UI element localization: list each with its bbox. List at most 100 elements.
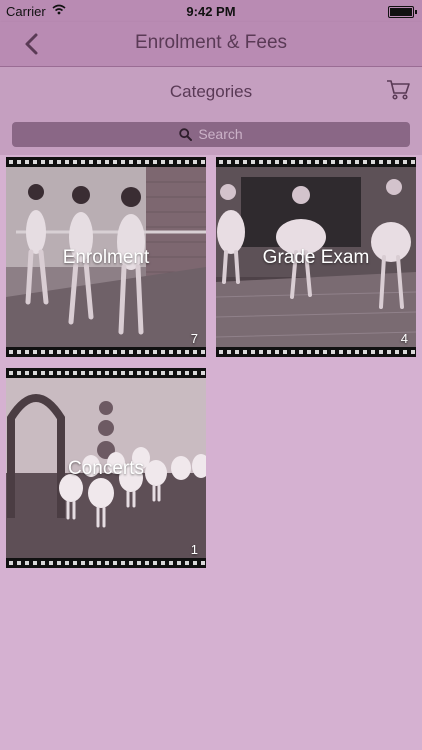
sprocket-hole xyxy=(395,350,399,354)
sprocket-hole xyxy=(177,350,181,354)
sprocket-hole xyxy=(299,350,303,354)
sprocket-hole xyxy=(129,371,133,375)
tile-count: 7 xyxy=(190,331,198,346)
sprocket-hole xyxy=(307,160,311,164)
sprocket-hole xyxy=(347,350,351,354)
sprocket-hole xyxy=(33,561,37,565)
sprocket-hole xyxy=(73,350,77,354)
sprocket-hole xyxy=(65,371,69,375)
category-tile-grade-exam[interactable]: Grade Exam 4 xyxy=(216,157,416,357)
film-perforation xyxy=(6,558,206,568)
tile-label: Grade Exam xyxy=(262,247,370,268)
sprocket-hole xyxy=(193,350,197,354)
sprocket-hole xyxy=(315,350,319,354)
sprocket-hole xyxy=(89,371,93,375)
sprocket-hole xyxy=(185,371,189,375)
film-perforation xyxy=(6,368,206,378)
sprocket-hole xyxy=(89,350,93,354)
sprocket-hole xyxy=(201,561,205,565)
sprocket-hole xyxy=(121,371,125,375)
status-bar: Carrier 9:42 PM xyxy=(0,0,422,22)
sprocket-hole xyxy=(145,350,149,354)
sprocket-hole xyxy=(105,561,109,565)
sprocket-hole xyxy=(113,561,117,565)
film-perforation xyxy=(6,347,206,357)
sprocket-hole xyxy=(25,371,29,375)
sprocket-hole xyxy=(323,350,327,354)
sprocket-hole xyxy=(97,350,101,354)
category-tile-concerts[interactable]: Concerts 1 xyxy=(6,368,206,568)
page-title: Enrolment & Fees xyxy=(134,32,288,53)
navigation-bar: Enrolment & Fees xyxy=(0,22,422,67)
sprocket-hole xyxy=(161,350,165,354)
sprocket-hole xyxy=(243,350,247,354)
sprocket-hole xyxy=(235,350,239,354)
cart-button[interactable] xyxy=(386,79,410,101)
sprocket-hole xyxy=(283,350,287,354)
sprocket-hole xyxy=(251,160,255,164)
sprocket-hole xyxy=(267,350,271,354)
sprocket-hole xyxy=(153,371,157,375)
sprocket-hole xyxy=(411,160,415,164)
sprocket-hole xyxy=(169,371,173,375)
sprocket-hole xyxy=(169,350,173,354)
sprocket-hole xyxy=(193,561,197,565)
sprocket-hole xyxy=(89,160,93,164)
sprocket-hole xyxy=(153,160,157,164)
sprocket-hole xyxy=(105,371,109,375)
film-perforation xyxy=(216,157,416,167)
cart-icon xyxy=(387,80,410,100)
sprocket-hole xyxy=(137,371,141,375)
sprocket-hole xyxy=(395,160,399,164)
sprocket-hole xyxy=(201,160,205,164)
sprocket-hole xyxy=(113,350,117,354)
sprocket-hole xyxy=(227,350,231,354)
sprocket-hole xyxy=(9,160,13,164)
categories-header: Categories Search xyxy=(0,67,422,155)
search-input[interactable]: Search xyxy=(12,122,410,147)
category-tile-enrolment[interactable]: Enrolment 7 xyxy=(6,157,206,357)
sprocket-hole xyxy=(17,160,21,164)
sprocket-hole xyxy=(161,561,165,565)
sprocket-hole xyxy=(387,160,391,164)
sprocket-hole xyxy=(49,160,53,164)
search-icon xyxy=(179,128,193,141)
sprocket-hole xyxy=(339,160,343,164)
sprocket-hole xyxy=(145,561,149,565)
sprocket-hole xyxy=(105,160,109,164)
sprocket-hole xyxy=(81,561,85,565)
sprocket-hole xyxy=(153,350,157,354)
sprocket-hole xyxy=(65,160,69,164)
sprocket-hole xyxy=(17,561,21,565)
sprocket-hole xyxy=(81,350,85,354)
sprocket-hole xyxy=(121,160,125,164)
sprocket-hole xyxy=(41,561,45,565)
sprocket-hole xyxy=(9,561,13,565)
sprocket-hole xyxy=(201,371,205,375)
sprocket-hole xyxy=(97,561,101,565)
sprocket-hole xyxy=(161,160,165,164)
sprocket-hole xyxy=(153,561,157,565)
sprocket-hole xyxy=(177,371,181,375)
sprocket-hole xyxy=(41,350,45,354)
sprocket-hole xyxy=(65,561,69,565)
sprocket-hole xyxy=(355,160,359,164)
tile-count: 1 xyxy=(190,542,198,557)
sprocket-hole xyxy=(113,160,117,164)
sprocket-hole xyxy=(307,350,311,354)
sprocket-hole xyxy=(379,160,383,164)
sprocket-hole xyxy=(185,350,189,354)
sprocket-hole xyxy=(347,160,351,164)
sprocket-hole xyxy=(169,561,173,565)
sprocket-hole xyxy=(33,160,37,164)
sprocket-hole xyxy=(9,371,13,375)
categories-title: Categories xyxy=(169,82,253,101)
sprocket-hole xyxy=(363,160,367,164)
sprocket-hole xyxy=(185,160,189,164)
sprocket-hole xyxy=(145,371,149,375)
sprocket-hole xyxy=(49,561,53,565)
sprocket-hole xyxy=(275,350,279,354)
sprocket-hole xyxy=(331,350,335,354)
sprocket-hole xyxy=(193,160,197,164)
sprocket-hole xyxy=(17,371,21,375)
